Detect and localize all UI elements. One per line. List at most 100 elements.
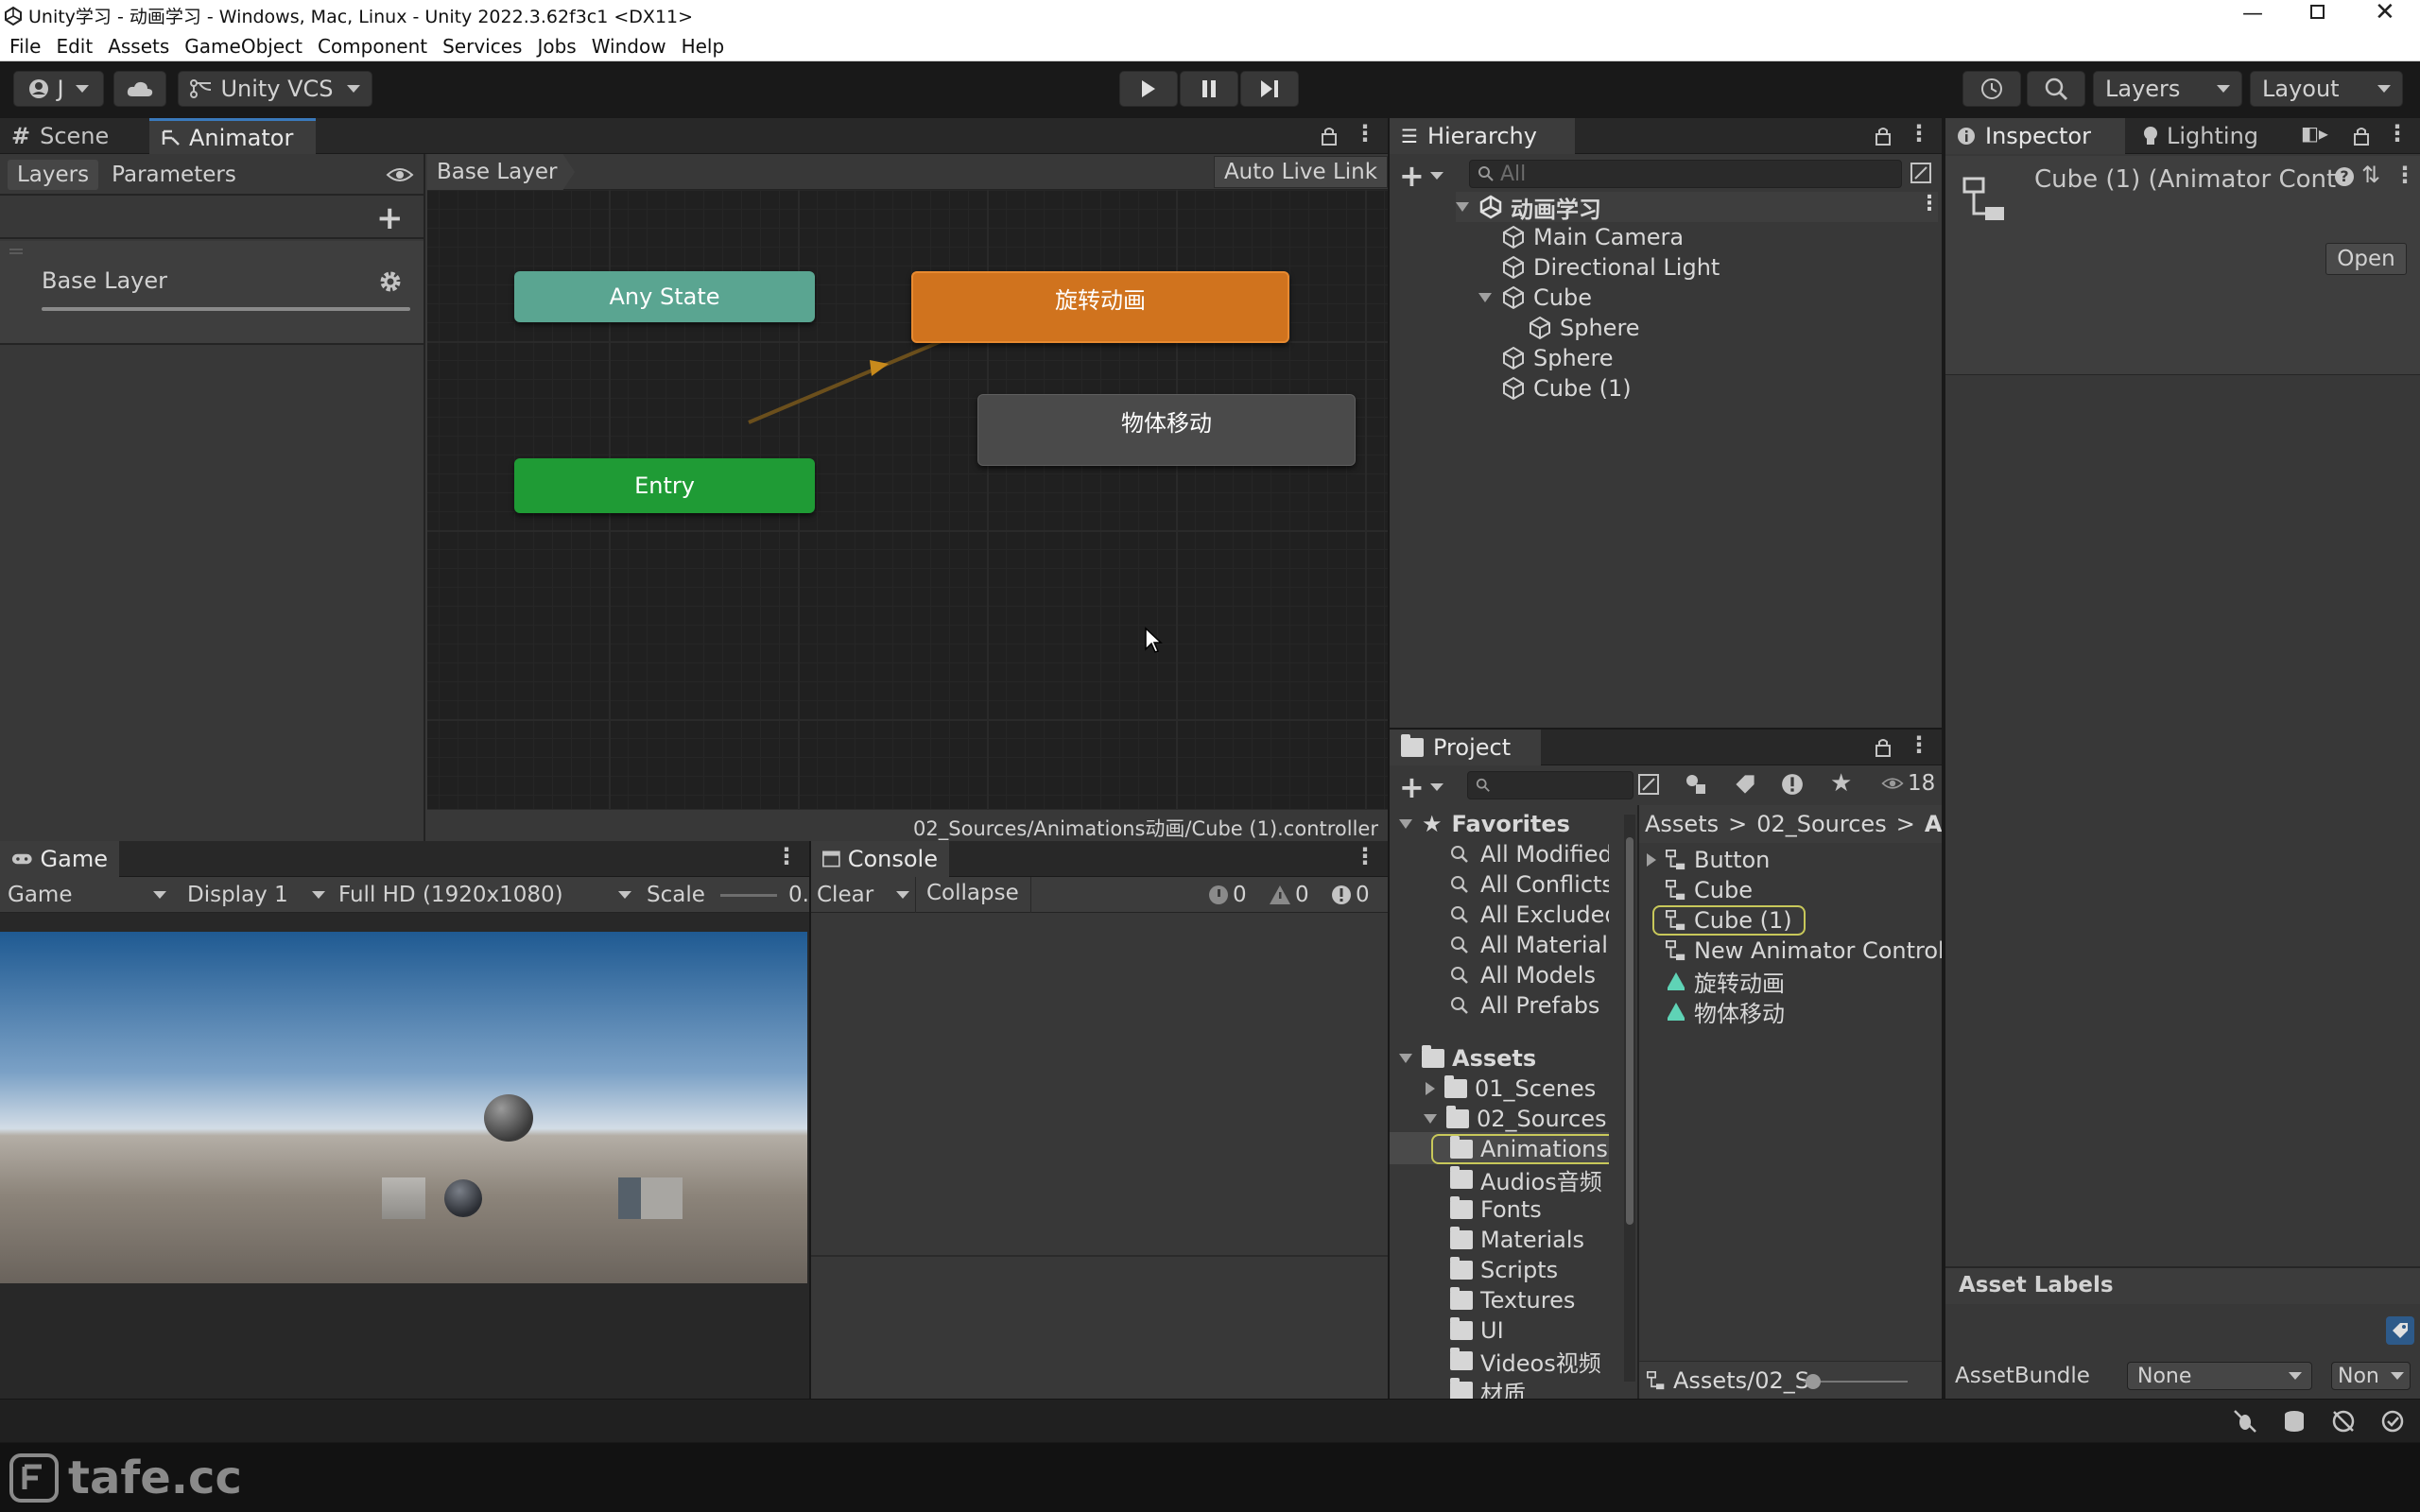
menu-component[interactable]: Component <box>318 35 427 58</box>
preset-icon[interactable]: ⇅ <box>2361 162 2380 188</box>
account-dropdown[interactable]: J <box>13 71 104 107</box>
folder-ui[interactable]: UI <box>1450 1315 1504 1346</box>
expand-arrow-icon[interactable] <box>1424 1114 1437 1124</box>
drag-handle-icon[interactable] <box>9 249 23 254</box>
tab-console[interactable]: Console <box>811 841 949 877</box>
expand-arrow-icon[interactable] <box>1399 1054 1412 1063</box>
clear-dropdown[interactable]: Clear <box>817 881 909 909</box>
file-rotate-animation[interactable]: 旋转动画 <box>1666 966 1785 997</box>
favorite-all-prefabs[interactable]: All Prefabs <box>1450 990 1599 1021</box>
menu-services[interactable]: Services <box>442 35 522 58</box>
favorite-all-conflicts[interactable]: All Conflicts <box>1450 869 1609 900</box>
help-icon[interactable]: ? <box>2335 167 2354 186</box>
folder-animations[interactable]: Animations <box>1431 1134 1609 1164</box>
favorites-header[interactable]: ★ Favorites <box>1399 809 1570 839</box>
network-off-icon[interactable] <box>2331 1409 2356 1434</box>
tab-animator[interactable]: Animator <box>149 118 316 154</box>
expand-arrow-icon[interactable] <box>1426 1082 1435 1095</box>
folder-scripts[interactable]: Scripts <box>1450 1255 1558 1285</box>
vcs-dropdown[interactable]: Unity VCS <box>178 71 372 107</box>
more-options-icon[interactable]: ⋮ <box>1908 120 1930 146</box>
search-button[interactable] <box>2027 71 2085 107</box>
more-options-icon[interactable]: ⋮ <box>1354 120 1376 146</box>
folder-materials-cn[interactable]: 材质 <box>1450 1376 1526 1399</box>
move-state-node[interactable]: 物体移动 <box>977 394 1356 466</box>
more-options-icon[interactable]: ⋮ <box>2386 120 2409 146</box>
tab-inspector[interactable]: Inspector <box>1945 118 2125 154</box>
hierarchy-item-cube[interactable]: Cube <box>1478 283 1592 313</box>
layer-list-item[interactable]: Base Layer <box>0 241 424 345</box>
favorite-all-models[interactable]: All Models <box>1450 960 1596 990</box>
pause-button[interactable] <box>1180 71 1238 107</box>
scrollbar-thumb[interactable] <box>1626 837 1634 1225</box>
hierarchy-item-main-camera[interactable]: Main Camera <box>1501 222 1684 252</box>
open-button[interactable]: Open <box>2325 243 2407 275</box>
error-filter-toggle[interactable]: 0 <box>1331 881 1370 909</box>
hierarchy-item-directional-light[interactable]: Directional Light <box>1501 252 1720 283</box>
layout-dropdown[interactable]: Layout <box>2250 71 2403 107</box>
add-layer-icon[interactable]: + <box>376 199 404 237</box>
scale-slider[interactable] <box>720 894 777 897</box>
folder-textures[interactable]: Textures <box>1450 1285 1575 1315</box>
scene-visibility-icon[interactable] <box>1910 162 1932 184</box>
folder-audios[interactable]: Audios音频 <box>1450 1164 1602 1195</box>
parameters-subtab[interactable]: Parameters <box>104 160 244 190</box>
menu-help[interactable]: Help <box>682 35 725 58</box>
more-options-icon[interactable]: ⋮ <box>2394 162 2416 188</box>
tab-game[interactable]: Game <box>0 841 119 877</box>
scene-row[interactable]: 动画学习 ⋮ <box>1456 192 1940 223</box>
project-create-dropdown[interactable]: + <box>1399 769 1443 805</box>
game-viewport[interactable] <box>0 932 807 1283</box>
entry-node[interactable]: Entry <box>514 458 815 513</box>
folder-01-scenes[interactable]: 01_Scenes <box>1426 1074 1596 1104</box>
lock-icon[interactable] <box>1320 126 1339 146</box>
minimize-icon[interactable]: — <box>2242 2 2263 26</box>
file-new-animator-controller[interactable]: New Animator Control <box>1666 936 1942 966</box>
tab-scene[interactable]: # Scene <box>0 118 146 154</box>
assetbundle-variant-dropdown[interactable]: Non <box>2331 1362 2411 1390</box>
filter-type-icon[interactable] <box>1685 773 1709 796</box>
folder-materials[interactable]: Materials <box>1450 1225 1584 1255</box>
tab-lighting[interactable]: Lighting <box>2131 118 2282 154</box>
tab-project[interactable]: Project <box>1390 730 1541 765</box>
menu-edit[interactable]: Edit <box>56 35 93 58</box>
eye-icon[interactable] <box>386 165 414 184</box>
layers-dropdown[interactable]: Layers <box>2093 71 2242 107</box>
hierarchy-item-cube-1[interactable]: Cube (1) <box>1501 373 1632 404</box>
hierarchy-search-input[interactable]: All <box>1469 160 1902 188</box>
folder-fonts[interactable]: Fonts <box>1450 1194 1542 1225</box>
collapse-button[interactable]: Collapse <box>926 881 1019 909</box>
expand-arrow-icon[interactable] <box>1647 853 1656 867</box>
file-cube-1[interactable]: Cube (1) <box>1652 905 1806 936</box>
favorite-all-excluded[interactable]: All Excluded <box>1450 900 1609 930</box>
project-search-input[interactable] <box>1467 771 1634 799</box>
lock-icon[interactable] <box>1874 126 1893 146</box>
more-options-icon[interactable]: ⋮ <box>1354 843 1376 869</box>
assetbundle-dropdown[interactable]: None <box>2127 1362 2312 1390</box>
folder-02-sources[interactable]: 02_Sources <box>1424 1104 1606 1134</box>
lock-icon[interactable] <box>1874 737 1893 758</box>
cloud-button[interactable] <box>113 71 166 107</box>
hierarchy-item-sphere-child[interactable]: Sphere <box>1528 313 1640 343</box>
expand-arrow-icon[interactable] <box>1478 293 1492 302</box>
filter-label-icon[interactable] <box>1734 773 1756 796</box>
menu-window[interactable]: Window <box>592 35 666 58</box>
history-button[interactable] <box>1962 71 2021 107</box>
file-move-animation[interactable]: 物体移动 <box>1666 996 1785 1027</box>
hierarchy-item-sphere[interactable]: Sphere <box>1501 343 1614 373</box>
breadcrumb-assets[interactable]: Assets <box>1645 811 1719 837</box>
menu-jobs[interactable]: Jobs <box>537 35 576 58</box>
step-button[interactable] <box>1240 71 1299 107</box>
warning-filter-toggle[interactable]: 0 <box>1269 881 1309 909</box>
folder-tree-scrollbar[interactable] <box>1624 815 1635 1382</box>
close-icon[interactable]: ✕ <box>2375 0 2395 26</box>
icon-size-slider-thumb[interactable] <box>1806 1374 1821 1389</box>
filter-log-icon[interactable] <box>1781 773 1804 796</box>
cache-server-icon[interactable] <box>2282 1409 2307 1434</box>
tab-hierarchy[interactable]: ☰ Hierarchy <box>1390 118 1575 154</box>
asset-label-button[interactable] <box>2386 1316 2414 1345</box>
any-state-node[interactable]: Any State <box>514 271 815 322</box>
lock-icon[interactable] <box>2352 126 2371 146</box>
favorite-all-materials[interactable]: All Materials <box>1450 930 1609 960</box>
console-splitter[interactable] <box>811 1255 1388 1257</box>
